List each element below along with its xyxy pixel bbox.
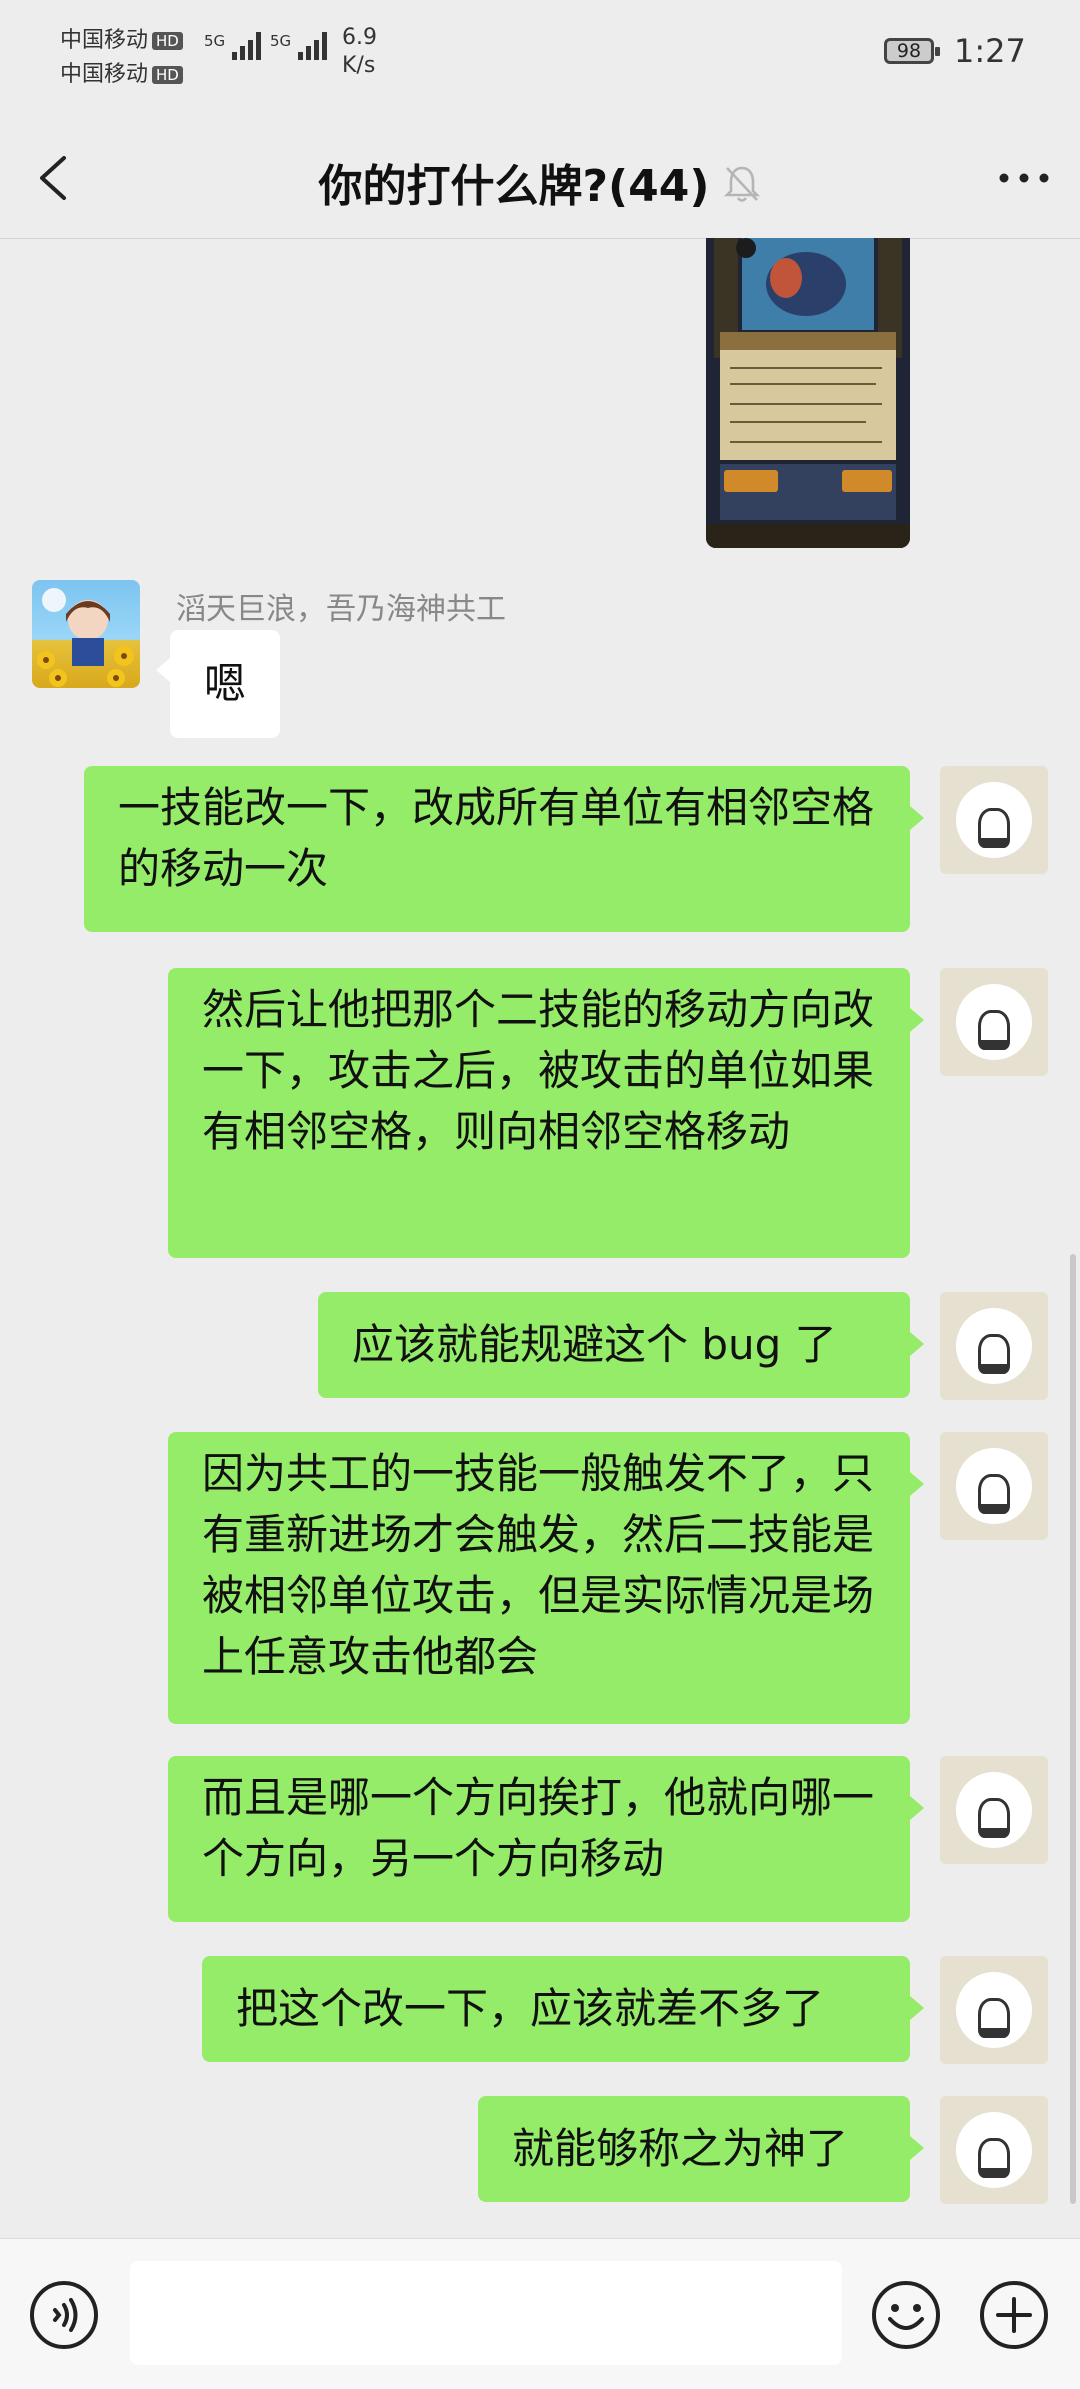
scrollbar[interactable] bbox=[1070, 1254, 1076, 2204]
message-input[interactable] bbox=[130, 2261, 842, 2365]
network-speed-value: 6.9 bbox=[342, 25, 377, 50]
clock: 1:27 bbox=[954, 32, 1026, 70]
outgoing-message[interactable]: 就能够称之为神了 bbox=[478, 2096, 924, 2202]
game-card-image bbox=[706, 238, 910, 548]
my-avatar[interactable] bbox=[940, 1756, 1048, 1864]
my-avatar[interactable] bbox=[940, 1432, 1048, 1540]
avatar-face bbox=[956, 1772, 1032, 1848]
emoji-icon bbox=[872, 2281, 940, 2349]
plus-icon bbox=[980, 2281, 1048, 2349]
my-avatar[interactable] bbox=[940, 968, 1048, 1076]
avatar-face bbox=[956, 2112, 1032, 2188]
image-message[interactable] bbox=[706, 238, 910, 548]
sender-avatar[interactable] bbox=[32, 580, 140, 688]
chat-header: 你的打什么牌?(44) bbox=[0, 120, 1080, 239]
chat-title-text: 你的打什么牌?(44) bbox=[318, 161, 710, 212]
signal-icon: 5G bbox=[204, 32, 262, 60]
outgoing-message[interactable]: 因为共工的一技能一般触发不了，只有重新进场才会触发，然后二技能是被相邻单位攻击，… bbox=[168, 1432, 924, 1724]
carrier-2: 中国移动 HD bbox=[60, 56, 183, 88]
outgoing-message[interactable]: 而且是哪一个方向挨打，他就向哪一个方向，另一个方向移动 bbox=[168, 1756, 924, 1922]
voice-icon bbox=[30, 2281, 98, 2349]
incoming-message[interactable]: 嗯 bbox=[156, 630, 280, 738]
network-speed-unit: K/s bbox=[342, 53, 376, 78]
avatar-face bbox=[956, 1972, 1032, 2048]
outgoing-message[interactable]: 然后让他把那个二技能的移动方向改一下，攻击之后，被攻击的单位如果有相邻空格，则向… bbox=[168, 968, 924, 1258]
voice-button[interactable] bbox=[28, 2279, 100, 2351]
status-bar: 中国移动 HD 中国移动 HD 5G 5G 6.9 K/s 98 1:27 bbox=[0, 0, 1080, 120]
hd-badge-1: HD bbox=[152, 32, 183, 50]
avatar-face bbox=[956, 1448, 1032, 1524]
network-type-1: 5G bbox=[204, 32, 226, 50]
battery-icon: 98 bbox=[884, 38, 940, 64]
network-type-2: 5G bbox=[270, 32, 292, 50]
input-bar bbox=[0, 2238, 1080, 2389]
more-dots-icon bbox=[999, 173, 1049, 183]
avatar-face bbox=[956, 782, 1032, 858]
my-avatar[interactable] bbox=[940, 1956, 1048, 2064]
avatar-face bbox=[956, 1308, 1032, 1384]
chat-title: 你的打什么牌?(44) bbox=[0, 150, 1080, 215]
outgoing-message[interactable]: 一技能改一下，改成所有单位有相邻空格的移动一次 bbox=[84, 766, 924, 932]
avatar-face bbox=[956, 984, 1032, 1060]
carrier-1-label: 中国移动 bbox=[60, 28, 149, 53]
message-list[interactable]: 滔天巨浪，吾乃海神共工 嗯 一技能改一下，改成所有单位有相邻空格的移动一次 然后… bbox=[0, 238, 1080, 2238]
emoji-button[interactable] bbox=[870, 2279, 942, 2351]
carrier-2-label: 中国移动 bbox=[60, 62, 149, 87]
outgoing-message[interactable]: 把这个改一下，应该就差不多了 bbox=[202, 1956, 924, 2062]
outgoing-message[interactable]: 应该就能规避这个 bug 了 bbox=[318, 1292, 924, 1398]
signal-icon: 5G bbox=[270, 32, 328, 60]
sender-name: 滔天巨浪，吾乃海神共工 bbox=[176, 592, 506, 627]
my-avatar[interactable] bbox=[940, 766, 1048, 874]
bell-off-icon bbox=[723, 164, 761, 215]
carrier-1: 中国移动 HD bbox=[60, 22, 183, 54]
my-avatar[interactable] bbox=[940, 1292, 1048, 1400]
my-avatar[interactable] bbox=[940, 2096, 1048, 2204]
network-speed: 6.9 K/s bbox=[342, 24, 377, 80]
avatar-image bbox=[37, 588, 134, 687]
hd-badge-2: HD bbox=[152, 66, 183, 84]
more-options-button[interactable] bbox=[994, 166, 1054, 190]
plus-button[interactable] bbox=[978, 2279, 1050, 2351]
